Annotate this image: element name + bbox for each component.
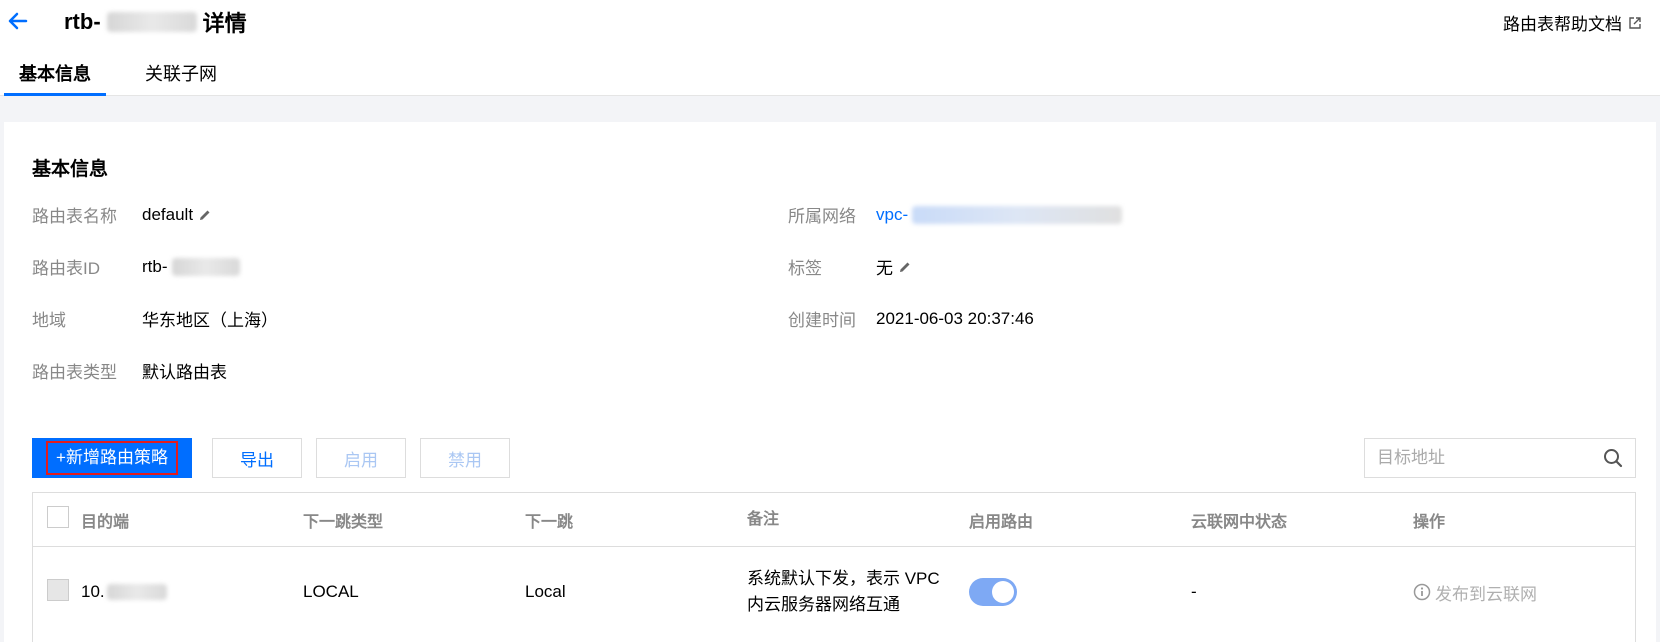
select-all-checkbox[interactable]	[47, 506, 69, 528]
info-circle-icon	[1413, 583, 1431, 601]
column-header: 备注	[747, 510, 780, 528]
info-route-table-type: 路由表类型 默认路由表	[32, 358, 227, 383]
section-title: 基本信息	[32, 159, 109, 180]
destination-cell: 10.	[81, 582, 105, 601]
route-table-id: rtb-	[142, 256, 168, 276]
redacted-id	[912, 205, 1123, 224]
next-hop-type-cell: LOCAL	[303, 582, 359, 601]
column-header: 下一跳类型	[303, 513, 384, 531]
redacted-id	[171, 257, 240, 276]
enable-button[interactable]: 启用	[316, 438, 406, 478]
add-route-policy-label: +新增路由策略	[46, 441, 178, 475]
remark-line: 内云服务器网络互通	[747, 595, 900, 614]
column-header: 操作	[1413, 513, 1446, 531]
info-vpc: 所属网络 vpc-	[788, 202, 1123, 227]
title-suffix: 详情	[202, 11, 247, 36]
region-value: 华东地区（上海）	[142, 311, 278, 330]
publish-label: 发布到云联网	[1435, 584, 1537, 604]
help-doc-link[interactable]: 路由表帮助文档	[1503, 10, 1642, 35]
edit-pencil-icon[interactable]	[197, 207, 213, 223]
back-arrow-icon[interactable]	[4, 6, 34, 36]
external-link-icon	[1629, 16, 1641, 29]
info-region: 地域 华东地区（上海）	[32, 306, 278, 331]
next-hop-cell: Local	[525, 582, 566, 601]
search-box	[1364, 438, 1636, 478]
redacted-ip	[106, 584, 167, 600]
info-tags: 标签 无	[788, 254, 913, 279]
search-input[interactable]	[1377, 448, 1603, 468]
info-created-time: 创建时间 2021-06-03 20:37:46	[788, 306, 1034, 331]
info-label: 地域	[32, 311, 66, 330]
help-doc-label: 路由表帮助文档	[1503, 15, 1622, 34]
title-prefix: rtb-	[64, 9, 101, 34]
info-label: 创建时间	[788, 311, 856, 330]
edit-pencil-icon[interactable]	[897, 259, 913, 275]
created-time-value: 2021-06-03 20:37:46	[876, 308, 1034, 328]
search-icon[interactable]	[1603, 448, 1623, 468]
table-header: 目的端 下一跳类型 下一跳 备注 启用路由 云联网中状态 操作	[33, 493, 1635, 547]
info-label: 所属网络	[788, 207, 856, 226]
tab-basic-info[interactable]: 基本信息	[4, 60, 106, 96]
info-label: 路由表名称	[32, 207, 117, 226]
column-header: 目的端	[81, 513, 130, 531]
route-table: 目的端 下一跳类型 下一跳 备注 启用路由 云联网中状态 操作 10. LOCA…	[32, 492, 1636, 642]
info-label: 路由表类型	[32, 363, 117, 382]
tab-associated-subnets[interactable]: 关联子网	[130, 60, 232, 96]
page-header: rtb- 详情 路由表帮助文档 基本信息 关联子网	[0, 0, 1660, 96]
disable-button[interactable]: 禁用	[420, 438, 510, 478]
tab-bar: 基本信息 关联子网	[4, 60, 256, 96]
basic-info-card: 基本信息 路由表名称 default 路由表ID rtb- 地域 华东地区（上海…	[4, 122, 1656, 642]
info-label: 路由表ID	[32, 259, 100, 278]
ccn-status-cell: -	[1191, 582, 1197, 601]
info-route-table-id: 路由表ID rtb-	[32, 254, 240, 279]
info-route-table-name: 路由表名称 default	[32, 202, 213, 227]
add-route-policy-button[interactable]: +新增路由策略	[32, 438, 192, 478]
remark-line: 系统默认下发，表示 VPC	[747, 569, 940, 588]
remark-cell: 系统默认下发，表示 VPC 内云服务器网络互通	[747, 566, 969, 618]
route-table-name: default	[142, 204, 194, 224]
publish-to-ccn-action[interactable]: 发布到云联网	[1413, 580, 1635, 605]
route-table-type-value: 默认路由表	[142, 363, 227, 382]
info-label: 标签	[788, 259, 822, 278]
column-header: 云联网中状态	[1191, 513, 1288, 531]
column-header: 下一跳	[525, 513, 574, 531]
redacted-id	[106, 12, 197, 32]
column-header: 启用路由	[969, 513, 1034, 531]
tags-value: 无	[876, 259, 893, 278]
vpc-link[interactable]: vpc-	[876, 205, 908, 225]
table-row: 10. LOCAL Local 系统默认下发，表示 VPC 内云服务器网络互通 …	[33, 547, 1635, 637]
enable-route-toggle[interactable]	[969, 578, 1017, 606]
export-button[interactable]: 导出	[212, 438, 302, 478]
page-title: rtb- 详情	[64, 6, 247, 38]
row-checkbox[interactable]	[47, 578, 69, 601]
